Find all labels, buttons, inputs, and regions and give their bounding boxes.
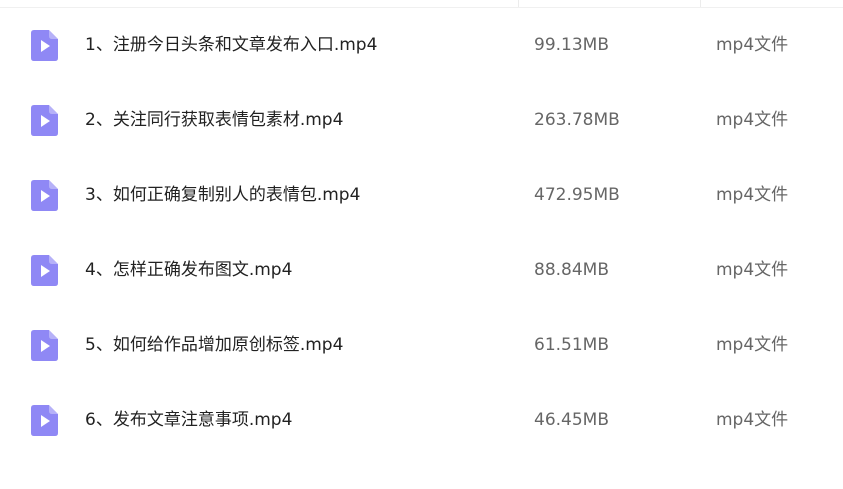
- column-divider-type: [700, 0, 701, 7]
- file-type: mp4文件: [716, 110, 789, 130]
- file-name[interactable]: 4、怎样正确发布图文.mp4: [85, 259, 292, 281]
- video-file-icon: [31, 30, 58, 61]
- video-file-icon: [31, 330, 58, 361]
- file-type: mp4文件: [716, 185, 789, 205]
- file-size: 472.95MB: [534, 185, 620, 205]
- file-name[interactable]: 6、发布文章注意事项.mp4: [85, 409, 292, 431]
- file-row[interactable]: 4、怎样正确发布图文.mp4 88.84MB mp4文件: [0, 233, 843, 308]
- file-size: 263.78MB: [534, 110, 620, 130]
- file-row[interactable]: 2、关注同行获取表情包素材.mp4 263.78MB mp4文件: [0, 83, 843, 158]
- video-file-icon: [31, 405, 58, 436]
- file-name[interactable]: 3、如何正确复制别人的表情包.mp4: [85, 184, 360, 206]
- file-type: mp4文件: [716, 260, 789, 280]
- file-row[interactable]: 3、如何正确复制别人的表情包.mp4 472.95MB mp4文件: [0, 158, 843, 233]
- video-file-icon: [31, 255, 58, 286]
- file-size: 61.51MB: [534, 335, 609, 355]
- file-type: mp4文件: [716, 410, 789, 430]
- file-name[interactable]: 5、如何给作品增加原创标签.mp4: [85, 334, 343, 356]
- file-row[interactable]: 5、如何给作品增加原创标签.mp4 61.51MB mp4文件: [0, 308, 843, 383]
- file-size: 88.84MB: [534, 260, 609, 280]
- file-name[interactable]: 1、注册今日头条和文章发布入口.mp4: [85, 34, 377, 56]
- video-file-icon: [31, 180, 58, 211]
- file-row[interactable]: 1、注册今日头条和文章发布入口.mp4 99.13MB mp4文件: [0, 8, 843, 83]
- file-list: 1、注册今日头条和文章发布入口.mp4 99.13MB mp4文件 2、关注同行…: [0, 8, 843, 458]
- file-name[interactable]: 2、关注同行获取表情包素材.mp4: [85, 109, 343, 131]
- file-size: 99.13MB: [534, 35, 609, 55]
- file-type: mp4文件: [716, 35, 789, 55]
- file-type: mp4文件: [716, 335, 789, 355]
- column-divider-size: [518, 0, 519, 7]
- file-size: 46.45MB: [534, 410, 609, 430]
- video-file-icon: [31, 105, 58, 136]
- file-row[interactable]: 6、发布文章注意事项.mp4 46.45MB mp4文件: [0, 383, 843, 458]
- list-header-strip: [0, 0, 843, 8]
